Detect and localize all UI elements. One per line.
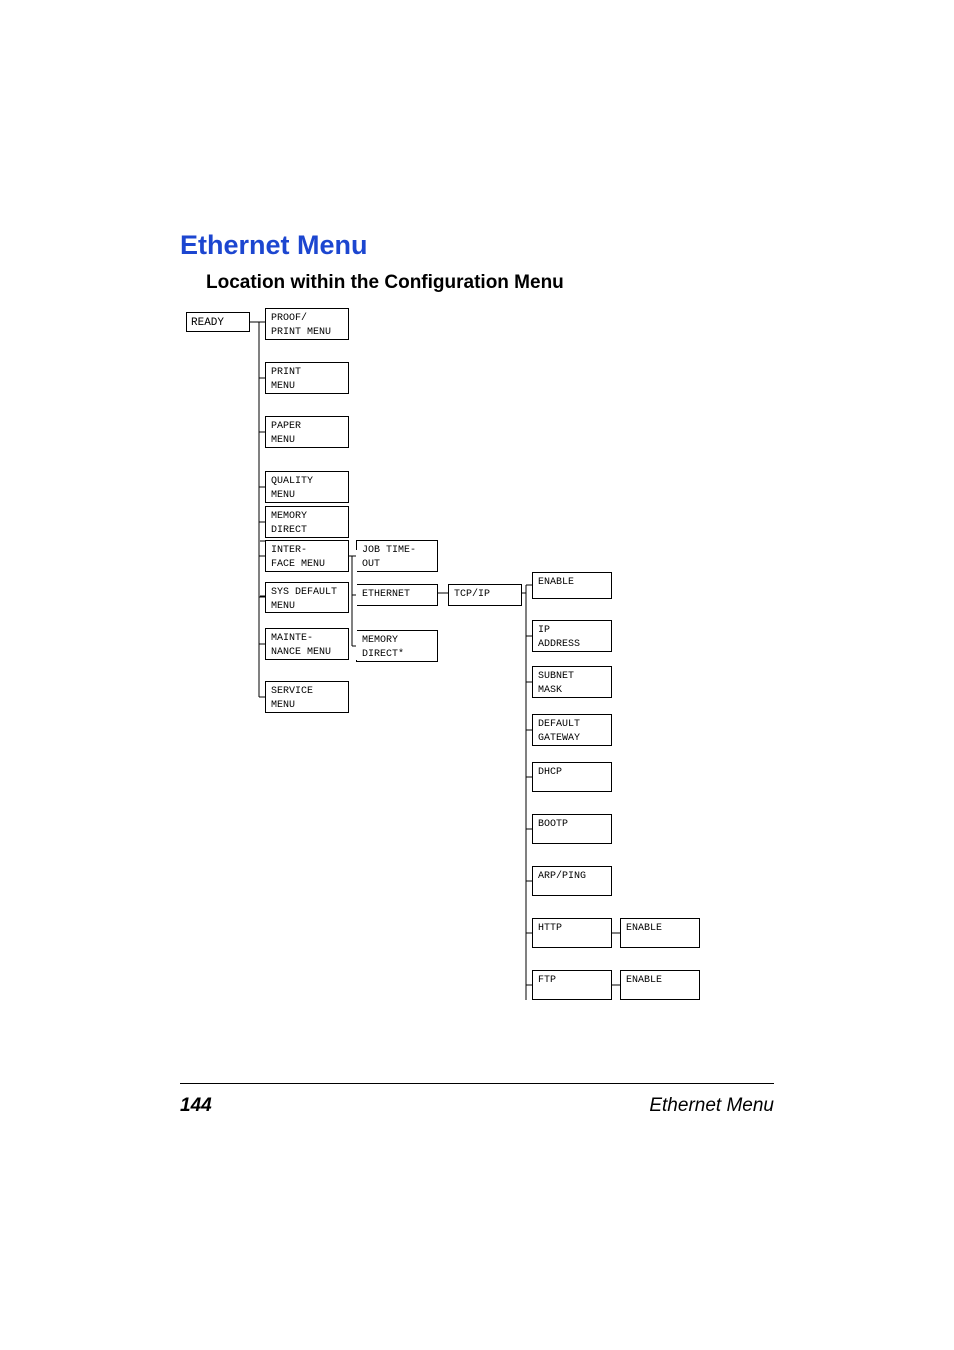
n-paper-menu: PAPER MENU (265, 416, 349, 448)
n-service-menu: SERVICE MENU (265, 681, 349, 713)
node-ready: READY (186, 312, 250, 332)
n-job-timeout: JOB TIME- OUT (356, 540, 438, 572)
n-ftp-enable: ENABLE (620, 970, 700, 1000)
n-quality-menu: QUALITY MENU (265, 471, 349, 503)
n-bootp: BOOTP (532, 814, 612, 844)
n-print-menu: PRINT MENU (265, 362, 349, 394)
n-ip-address: IP ADDRESS (532, 620, 612, 652)
n-enable: ENABLE (532, 572, 612, 599)
n-memory-direct: MEMORY DIRECT (265, 506, 349, 538)
section-subtitle: Location within the Configuration Menu (206, 272, 564, 294)
n-tcpip: TCP/IP (448, 584, 522, 606)
footer-page-number: 144 (180, 1095, 212, 1117)
diagram-connectors (0, 0, 954, 1050)
n-default-gateway: DEFAULT GATEWAY (532, 714, 612, 746)
section-title: Ethernet Menu (180, 230, 368, 261)
n-arp-ping: ARP/PING (532, 866, 612, 896)
diagram-connectors-fix (0, 0, 954, 1050)
n-memory-direct-2: MEMORY DIRECT* (356, 630, 438, 662)
n-dhcp: DHCP (532, 762, 612, 792)
footer-rule (180, 1083, 774, 1084)
n-sys-default: SYS DEFAULT MENU (265, 582, 349, 613)
n-http: HTTP (532, 918, 612, 948)
n-interface-menu: INTER- FACE MENU (265, 540, 349, 572)
n-proof-print: PROOF/ PRINT MENU (265, 308, 349, 340)
n-subnet-mask: SUBNET MASK (532, 666, 612, 698)
n-maintenance: MAINTE- NANCE MENU (265, 628, 349, 660)
footer-section-label: Ethernet Menu (649, 1095, 774, 1117)
n-http-enable: ENABLE (620, 918, 700, 948)
n-ethernet: ETHERNET (356, 584, 438, 606)
n-ftp: FTP (532, 970, 612, 1000)
